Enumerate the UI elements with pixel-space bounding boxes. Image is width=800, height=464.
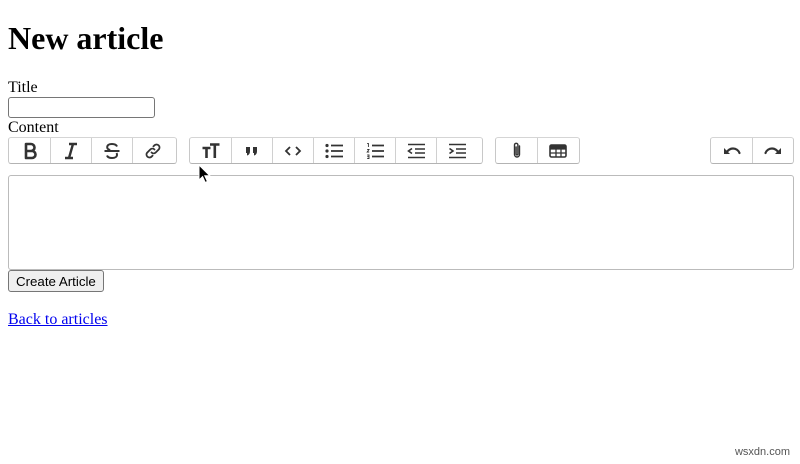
decrease-indent-icon (407, 143, 425, 158)
watermark: wsxdn.com (734, 446, 790, 458)
bullet-list-icon (325, 143, 343, 158)
table-icon (549, 143, 567, 158)
undo-icon (723, 146, 741, 154)
increase-indent-button[interactable] (436, 138, 477, 163)
back-to-articles-link[interactable]: Back to articles (8, 311, 108, 329)
numbered-list-icon (366, 142, 384, 159)
strikethrough-button[interactable] (91, 138, 132, 163)
quote-icon (246, 146, 257, 155)
code-icon (284, 145, 302, 156)
strikethrough-icon (104, 142, 120, 159)
attach-file-icon (513, 142, 520, 158)
italic-button[interactable] (50, 138, 91, 163)
code-button[interactable] (272, 138, 313, 163)
file-tools-group (495, 137, 580, 164)
quote-button[interactable] (231, 138, 272, 163)
decrease-indent-button[interactable] (395, 138, 436, 163)
mouse-pointer-icon (198, 164, 212, 184)
numbered-list-button[interactable] (354, 138, 395, 163)
content-label: Content (8, 119, 59, 136)
heading-icon (202, 142, 219, 158)
link-icon (145, 143, 161, 158)
text-tools-group (8, 137, 177, 164)
bold-button[interactable] (9, 138, 50, 163)
history-tools-group (710, 137, 794, 164)
redo-button[interactable] (752, 138, 793, 163)
italic-icon (65, 142, 77, 159)
heading-button[interactable] (190, 138, 231, 163)
title-input[interactable] (8, 97, 155, 118)
bullet-list-button[interactable] (313, 138, 354, 163)
link-button[interactable] (132, 138, 173, 163)
bold-icon (24, 142, 37, 159)
create-article-button[interactable]: Create Article (8, 270, 104, 292)
page-title: New article (8, 20, 164, 56)
title-label: Title (8, 79, 38, 96)
undo-button[interactable] (711, 138, 752, 163)
table-button[interactable] (537, 138, 578, 163)
increase-indent-icon (449, 143, 466, 158)
attach-file-button[interactable] (496, 138, 537, 163)
content-editor[interactable] (8, 175, 794, 270)
editor-toolbar (8, 137, 794, 164)
redo-icon (764, 146, 781, 154)
block-tools-group (189, 137, 483, 164)
